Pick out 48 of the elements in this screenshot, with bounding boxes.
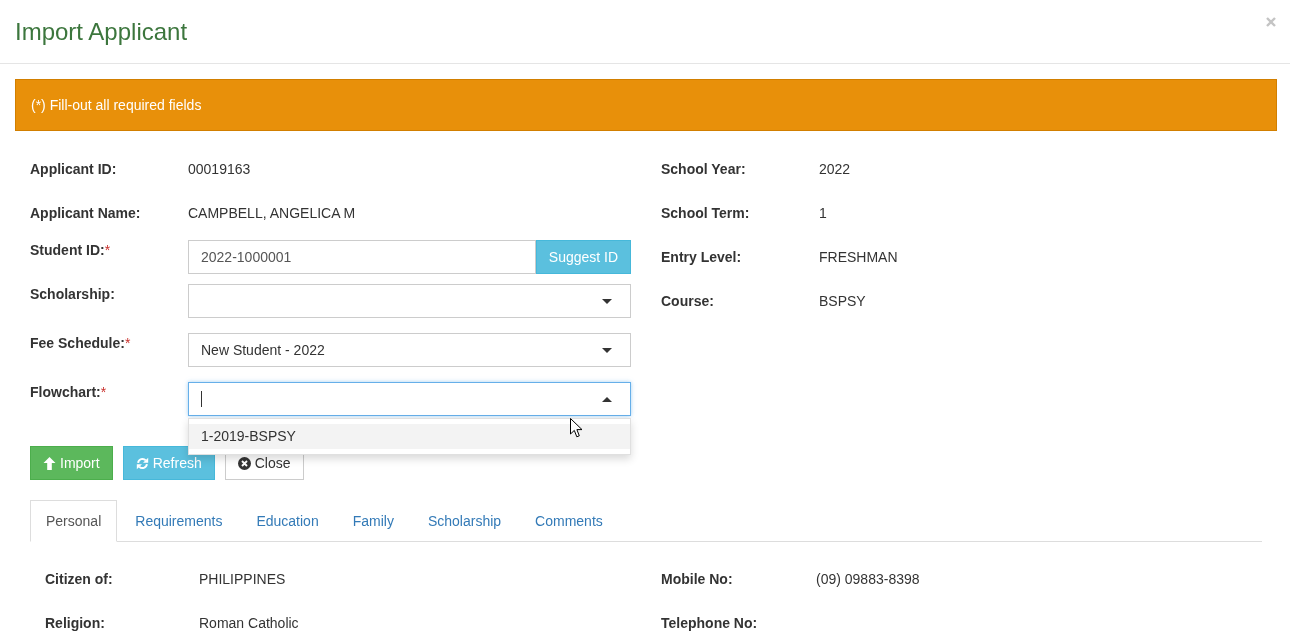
field-value: Roman Catholic [199,614,299,633]
field-value: BSPSY [819,292,866,311]
text-field[interactable]: 2022-1000001 [188,240,536,274]
tab[interactable]: Family [336,500,410,542]
field-label: Citizen of: [45,570,114,589]
caret-up-icon [602,396,612,402]
tab[interactable]: Scholarship [411,500,518,542]
field-value: CAMPBELL, ANGELICA M [188,204,356,223]
close-icon[interactable] [1266,17,1276,27]
required-mark: * [104,241,111,260]
field-value: PHILIPPINES [199,570,286,589]
field-label: Mobile No: [661,570,734,589]
field-label: School Term: [661,204,751,223]
field-value: (09) 09883-8398 [816,570,920,589]
dialog-title: Import Applicant [15,17,188,47]
field-label: School Year: [661,160,747,179]
tab[interactable]: Comments [519,500,619,542]
field-label: Telephone No: [661,614,759,633]
field-label: Flowchart: [30,383,101,402]
required-mark: * [124,334,131,353]
arrow-up-icon [43,456,56,470]
field-value: 00019163 [188,160,251,179]
caret-down-icon [602,347,612,353]
field-value: 1 [819,204,827,223]
import-button[interactable]: Import [30,446,113,480]
required-mark: * [100,383,107,402]
field-label: Student ID: [30,241,105,260]
caret-down-icon [602,298,612,304]
field-value: 2022 [819,160,851,179]
tab[interactable]: Education [240,500,335,542]
refresh-icon [135,456,149,470]
text-cursor-icon [201,391,202,407]
tab[interactable]: Requirements [119,500,239,542]
field-label: Course: [661,292,715,311]
close-circle-icon [237,456,251,470]
select-field[interactable] [188,284,631,318]
select-field[interactable]: New Student - 2022 [188,333,631,367]
warning-alert: (*) Fill-out all required fields [15,79,1277,131]
select-field[interactable] [188,382,631,416]
field-label: Religion: [45,614,106,633]
field-label: Scholarship: [30,285,115,304]
tab[interactable]: Personal [30,500,118,542]
field-label: Entry Level: [661,248,743,267]
dropdown-option[interactable]: 1-2019-BSPSY [189,424,630,449]
field-label: Applicant ID: [30,160,118,179]
field-value: FRESHMAN [819,248,898,267]
field-label: Fee Schedule: [30,334,125,353]
field-label: Applicant Name: [30,204,142,223]
